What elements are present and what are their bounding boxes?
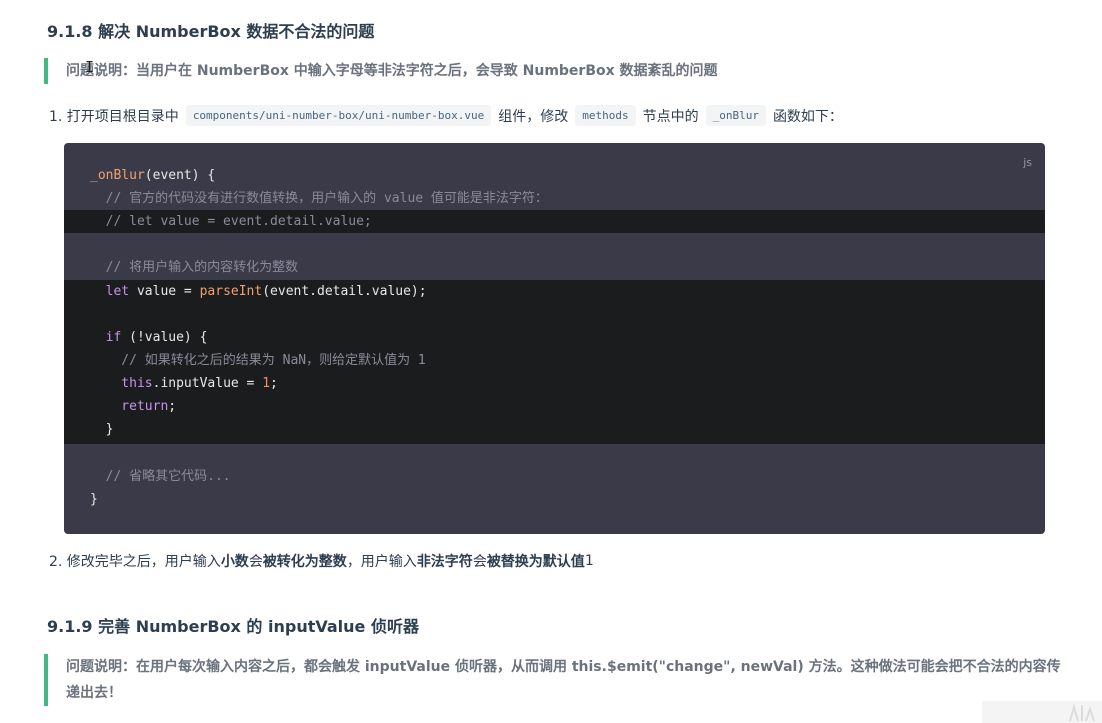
code-text: (!value) { <box>121 330 208 345</box>
step-1-middle: 组件，修改 <box>498 108 569 125</box>
code-fn: parseInt <box>199 284 263 299</box>
step-2-text: 会 <box>248 554 263 570</box>
code-keyword: let <box>90 284 130 299</box>
code-line-10: this.inputValue = 1; <box>90 372 278 395</box>
problem-callout-919: 问题说明：在用户每次输入内容之后，都会触发 inputValue 侦听器，从而调… <box>44 654 1066 706</box>
step-2-text: 1 <box>584 553 594 569</box>
step-2: 2. 修改完毕之后，用户输入 小数 会 被转化为整数 ，用户输入 非法字符 会 … <box>49 551 594 571</box>
code-line-15: } <box>90 492 98 507</box>
step-1-suffix: 函数如下： <box>772 108 843 125</box>
step-2-text: 2. 修改完毕之后，用户输入 <box>49 554 221 570</box>
code-line-14: // 省略其它代码... <box>90 469 231 484</box>
document-page: 9.1.8 解决 NumberBox 数据不合法的问题 问题说明：当用户在 Nu… <box>0 0 1102 723</box>
watermark-decoration <box>982 701 1102 723</box>
code-text: ; <box>270 376 278 391</box>
code-line-2: // 官方的代码没有进行数值转换，用户输入的 value 值可能是非法字符： <box>90 191 548 206</box>
step-1-prefix: 1. 打开项目根目录中 <box>49 108 179 125</box>
step-2-bold: 被替换为默认值 <box>486 554 585 570</box>
step-2-text: ，用户输入 <box>346 554 417 570</box>
text-cursor-icon: I <box>85 58 95 76</box>
code-keyword: return <box>90 399 169 414</box>
code-line-6: let value = parseInt(event.detail.value)… <box>90 280 427 303</box>
code-text: (event) { <box>144 168 216 183</box>
code-fn-onblur: _onBlur <box>90 168 145 183</box>
code-text: (event.detail.value); <box>262 284 427 299</box>
inline-code-onblur: _onBlur <box>705 105 766 126</box>
code-line-1: _onBlur(event) { <box>90 164 215 187</box>
code-line-5: // 将用户输入的内容转化为整数 <box>90 260 299 275</box>
inline-code-methods: methods <box>575 105 636 126</box>
step-2-bold: 非法字符 <box>416 554 473 570</box>
step-2-text: 会 <box>472 554 487 570</box>
step-1-after-methods: 节点中的 <box>642 108 699 125</box>
code-text: value = <box>129 284 200 299</box>
code-number: 1 <box>262 376 271 391</box>
code-text: ; <box>168 399 177 414</box>
step-1: 1. 打开项目根目录中 components/uni-number-box/un… <box>49 105 843 126</box>
step-2-bold: 小数 <box>220 554 249 570</box>
code-line-3: // let value = event.detail.value; <box>90 214 372 229</box>
code-language-label: js <box>1023 156 1032 169</box>
section-heading-919: 9.1.9 完善 NumberBox 的 inputValue 侦听器 <box>47 617 419 636</box>
code-block: js _onBlur(event) { // 官方的代码没有进行数值转换，用户输… <box>64 143 1045 534</box>
section-heading-918: 9.1.8 解决 NumberBox 数据不合法的问题 <box>47 22 375 41</box>
code-line-12: } <box>90 422 114 437</box>
problem-callout-918: 问题说明：当用户在 NumberBox 中输入字母等非法字符之后，会导致 Num… <box>44 58 1066 84</box>
code-keyword: this <box>90 376 153 391</box>
step-2-bold: 被转化为整数 <box>262 554 347 570</box>
code-keyword: if <box>90 330 122 345</box>
code-line-11: return; <box>90 395 176 418</box>
code-line-9: // 如果转化之后的结果为 NaN，则给定默认值为 1 <box>90 353 426 368</box>
code-line-8: if (!value) { <box>90 326 208 349</box>
code-text: .inputValue = <box>152 376 263 391</box>
inline-code-path: components/uni-number-box/uni-number-box… <box>185 105 492 126</box>
